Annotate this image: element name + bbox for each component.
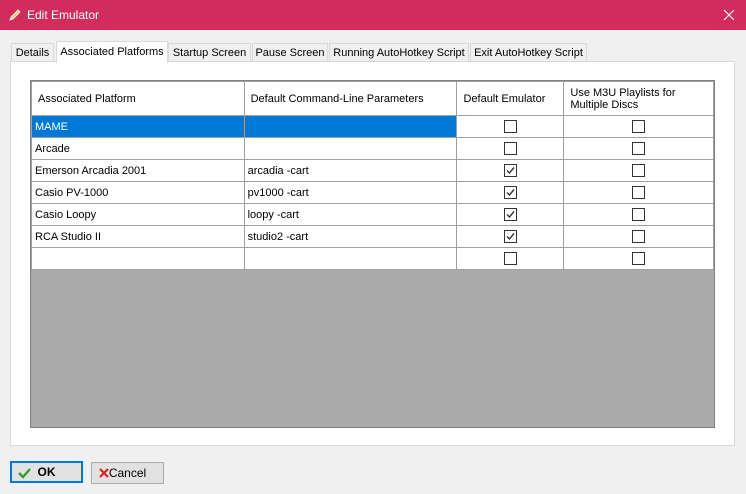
m3u-checkbox[interactable] bbox=[632, 252, 646, 265]
platform-cell[interactable]: Casio PV-1000 bbox=[31, 181, 245, 204]
column-header-platform[interactable]: Associated Platform bbox=[31, 81, 245, 116]
column-header-default-emulator[interactable]: Default Emulator bbox=[456, 81, 565, 116]
checkmark-icon bbox=[506, 167, 515, 175]
platforms-grid[interactable]: Associated Platform Default Command-Line… bbox=[30, 80, 715, 428]
table-row[interactable]: Arcade bbox=[31, 137, 714, 160]
close-icon bbox=[723, 9, 735, 21]
platform-cell[interactable]: Emerson Arcadia 2001 bbox=[31, 159, 245, 182]
default-emulator-checkbox[interactable] bbox=[503, 186, 517, 199]
tab-pause-screen[interactable]: Pause Screen bbox=[252, 43, 328, 62]
tab-associated-platforms[interactable]: Associated Platforms bbox=[56, 41, 168, 63]
default-emulator-checkbox[interactable] bbox=[503, 252, 517, 265]
params-cell[interactable] bbox=[243, 247, 458, 270]
title-bar: Edit Emulator bbox=[0, 0, 746, 30]
tab-details[interactable]: Details bbox=[11, 43, 54, 62]
default-emulator-checkbox[interactable] bbox=[503, 208, 517, 221]
default-emulator-checkbox[interactable] bbox=[503, 120, 517, 133]
cancel-button[interactable]: Cancel bbox=[91, 462, 164, 484]
default-emulator-checkbox[interactable] bbox=[503, 230, 517, 243]
table-row[interactable]: RCA Studio II studio2 -cart bbox=[31, 225, 714, 248]
tab-exit-autohotkey-script[interactable]: Exit AutoHotkey Script bbox=[470, 43, 587, 62]
table-row[interactable]: Casio PV-1000 pv1000 -cart bbox=[31, 181, 714, 204]
platform-cell[interactable]: Casio Loopy bbox=[31, 203, 245, 226]
m3u-checkbox[interactable] bbox=[632, 120, 646, 133]
m3u-checkbox[interactable] bbox=[632, 230, 646, 243]
grid-header-row: Associated Platform Default Command-Line… bbox=[31, 81, 714, 116]
m3u-checkbox[interactable] bbox=[632, 186, 646, 199]
window-title: Edit Emulator bbox=[27, 8, 100, 22]
m3u-checkbox[interactable] bbox=[632, 142, 646, 155]
cancel-label: Cancel bbox=[108, 466, 147, 480]
params-cell[interactable] bbox=[243, 115, 458, 138]
params-cell[interactable]: loopy -cart bbox=[243, 203, 458, 226]
table-row-new[interactable] bbox=[31, 247, 714, 270]
close-button[interactable] bbox=[712, 0, 746, 30]
platform-cell[interactable]: MAME bbox=[31, 115, 245, 138]
table-row[interactable]: Casio Loopy loopy -cart bbox=[31, 203, 714, 226]
platform-cell[interactable] bbox=[31, 247, 245, 270]
m3u-checkbox[interactable] bbox=[632, 208, 646, 221]
params-cell[interactable] bbox=[243, 137, 458, 160]
table-row[interactable]: MAME bbox=[31, 115, 714, 138]
tab-startup-screen[interactable]: Startup Screen bbox=[168, 43, 251, 62]
ok-label: OK bbox=[37, 465, 56, 479]
column-header-m3u[interactable]: Use M3U Playlists for Multiple Discs bbox=[563, 81, 714, 116]
checkmark-icon bbox=[506, 189, 515, 197]
params-cell[interactable]: pv1000 -cart bbox=[243, 181, 458, 204]
m3u-checkbox[interactable] bbox=[632, 164, 646, 177]
platform-cell[interactable]: RCA Studio II bbox=[31, 225, 245, 248]
ok-button[interactable]: OK bbox=[10, 461, 83, 483]
default-emulator-checkbox[interactable] bbox=[503, 142, 517, 155]
column-header-params[interactable]: Default Command-Line Parameters bbox=[243, 81, 458, 116]
table-row[interactable]: Emerson Arcadia 2001 arcadia -cart bbox=[31, 159, 714, 182]
checkmark-icon bbox=[506, 233, 515, 241]
checkmark-icon bbox=[506, 211, 515, 219]
default-emulator-checkbox[interactable] bbox=[503, 164, 517, 177]
pencil-icon bbox=[8, 8, 22, 22]
tab-running-autohotkey-script[interactable]: Running AutoHotkey Script bbox=[329, 43, 469, 62]
platform-cell[interactable]: Arcade bbox=[31, 137, 245, 160]
params-cell[interactable]: arcadia -cart bbox=[243, 159, 458, 182]
params-cell[interactable]: studio2 -cart bbox=[243, 225, 458, 248]
